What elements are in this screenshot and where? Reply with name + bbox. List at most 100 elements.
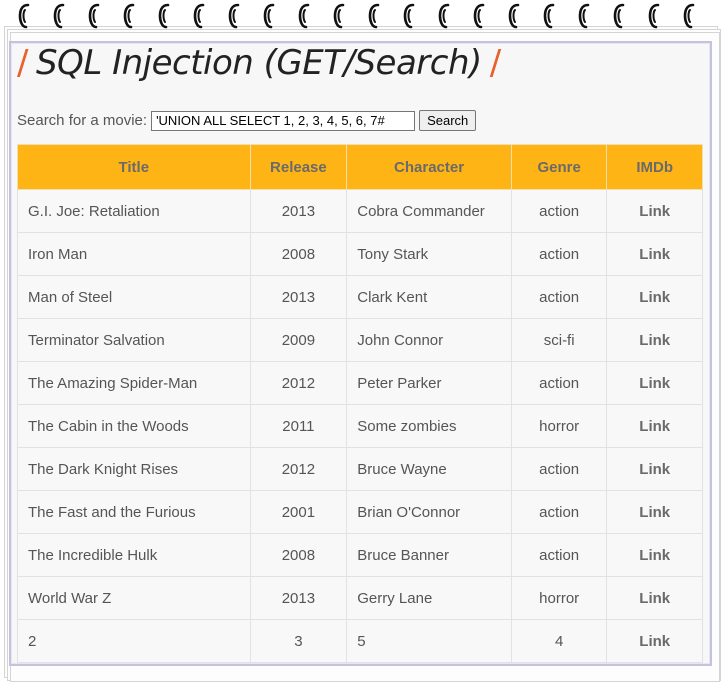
spiral-ring — [403, 2, 417, 30]
imdb-link[interactable]: Link — [606, 576, 703, 620]
cell-genre: action — [510, 447, 608, 491]
spiral-ring — [263, 2, 277, 30]
spiral-ring — [613, 2, 627, 30]
spiral-ring — [438, 2, 452, 30]
cell-title: The Amazing Spider-Man — [17, 361, 251, 405]
column-header-imdb: IMDb — [606, 144, 703, 190]
column-header-title: Title — [17, 144, 251, 190]
table-row: 2 3 5 4 Link — [17, 619, 703, 663]
cell-title: Iron Man — [17, 232, 251, 276]
cell-character: Brian O'Connor — [346, 490, 512, 534]
search-button[interactable]: Search — [419, 110, 477, 131]
column-header-genre: Genre — [510, 144, 608, 190]
cell-genre: action — [510, 189, 608, 233]
cell-genre: action — [510, 232, 608, 276]
cell-title: Man of Steel — [17, 275, 251, 319]
table-row: G.I. Joe: Retaliation 2013 Cobra Commander… — [17, 189, 703, 233]
imdb-link[interactable]: Link — [606, 533, 703, 577]
imdb-link[interactable]: Link — [606, 619, 703, 663]
table-row: The Fast and the Furious 2001 Brian O'Conn… — [17, 490, 703, 534]
cell-character: Gerry Lane — [346, 576, 512, 620]
cell-title: The Dark Knight Rises — [17, 447, 251, 491]
cell-character: Bruce Banner — [346, 533, 512, 577]
cell-genre: horror — [510, 576, 608, 620]
table-header-row: Title Release Character Genre IMDb — [17, 144, 703, 190]
column-header-release: Release — [249, 144, 348, 190]
imdb-link[interactable]: Link — [606, 447, 703, 491]
cell-genre: 4 — [510, 619, 608, 663]
spiral-ring — [123, 2, 137, 30]
spiral-ring — [473, 2, 487, 30]
spiral-ring — [158, 2, 172, 30]
spiral-ring — [298, 2, 312, 30]
spiral-ring — [368, 2, 382, 30]
cell-character: Some zombies — [346, 404, 512, 448]
cell-release: 2012 — [249, 447, 348, 491]
table-row: The Cabin in the Woods 2011 Some zombies ho… — [17, 404, 703, 448]
table-row: The Incredible Hulk 2008 Bruce Banner actio… — [17, 533, 703, 577]
content-frame: / SQL Injection (GET/Search) / Search for … — [9, 41, 712, 666]
cell-release: 2013 — [249, 189, 348, 233]
search-label: Search for a movie: — [17, 112, 148, 129]
cell-release: 2008 — [249, 232, 348, 276]
spiral-binding — [0, 0, 723, 34]
cell-release: 2008 — [249, 533, 348, 577]
cell-release: 2011 — [249, 404, 348, 448]
imdb-link[interactable]: Link — [606, 490, 703, 534]
spiral-ring — [508, 2, 522, 30]
cell-release: 2013 — [249, 275, 348, 319]
spiral-ring — [683, 2, 697, 30]
table-row: The Amazing Spider-Man 2012 Peter Parker ac… — [17, 361, 703, 405]
table-row: The Dark Knight Rises 2012 Bruce Wayne acti… — [17, 447, 703, 491]
search-form: Search for a movie: Search — [17, 110, 477, 131]
imdb-link[interactable]: Link — [606, 404, 703, 448]
cell-character: Tony Stark — [346, 232, 512, 276]
cell-title: 2 — [17, 619, 251, 663]
spiral-ring — [578, 2, 592, 30]
cell-character: Clark Kent — [346, 275, 512, 319]
cell-title: G.I. Joe: Retaliation — [17, 189, 251, 233]
cell-genre: sci-fi — [510, 318, 608, 362]
table-row: Man of Steel 2013 Clark Kent action Link — [17, 275, 703, 319]
spiral-ring — [193, 2, 207, 30]
cell-character: Bruce Wayne — [346, 447, 512, 491]
spiral-ring — [228, 2, 242, 30]
imdb-link[interactable]: Link — [606, 275, 703, 319]
spiral-ring — [18, 2, 32, 30]
table-row: Iron Man 2008 Tony Stark action Link — [17, 232, 703, 276]
spiral-ring — [88, 2, 102, 30]
table-row: World War Z 2013 Gerry Lane horror Link — [17, 576, 703, 620]
search-input[interactable] — [151, 110, 416, 131]
title-slash-right: / — [489, 43, 501, 83]
spiral-ring — [543, 2, 557, 30]
cell-genre: action — [510, 533, 608, 577]
cell-release: 2012 — [249, 361, 348, 405]
column-header-character: Character — [346, 144, 512, 190]
table-row: Terminator Salvation 2009 John Connor sci-f… — [17, 318, 703, 362]
imdb-link[interactable]: Link — [606, 232, 703, 276]
cell-genre: action — [510, 275, 608, 319]
page-title: / SQL Injection (GET/Search) / — [17, 43, 501, 83]
cell-character: 5 — [346, 619, 512, 663]
cell-character: John Connor — [346, 318, 512, 362]
spiral-ring — [648, 2, 662, 30]
cell-title: World War Z — [17, 576, 251, 620]
movies-table: Title Release Character Genre IMDb G.I. … — [17, 144, 703, 663]
cell-title: The Fast and the Furious — [17, 490, 251, 534]
cell-release: 2009 — [249, 318, 348, 362]
imdb-link[interactable]: Link — [606, 189, 703, 233]
cell-release: 3 — [249, 619, 348, 663]
cell-release: 2013 — [249, 576, 348, 620]
cell-genre: action — [510, 490, 608, 534]
cell-release: 2001 — [249, 490, 348, 534]
cell-genre: action — [510, 361, 608, 405]
cell-title: The Incredible Hulk — [17, 533, 251, 577]
cell-genre: horror — [510, 404, 608, 448]
imdb-link[interactable]: Link — [606, 361, 703, 405]
spiral-ring — [333, 2, 347, 30]
imdb-link[interactable]: Link — [606, 318, 703, 362]
title-slash-left: / — [17, 43, 28, 83]
cell-title: Terminator Salvation — [17, 318, 251, 362]
title-text: SQL Injection (GET/Search) — [35, 43, 482, 83]
spiral-ring — [53, 2, 67, 30]
